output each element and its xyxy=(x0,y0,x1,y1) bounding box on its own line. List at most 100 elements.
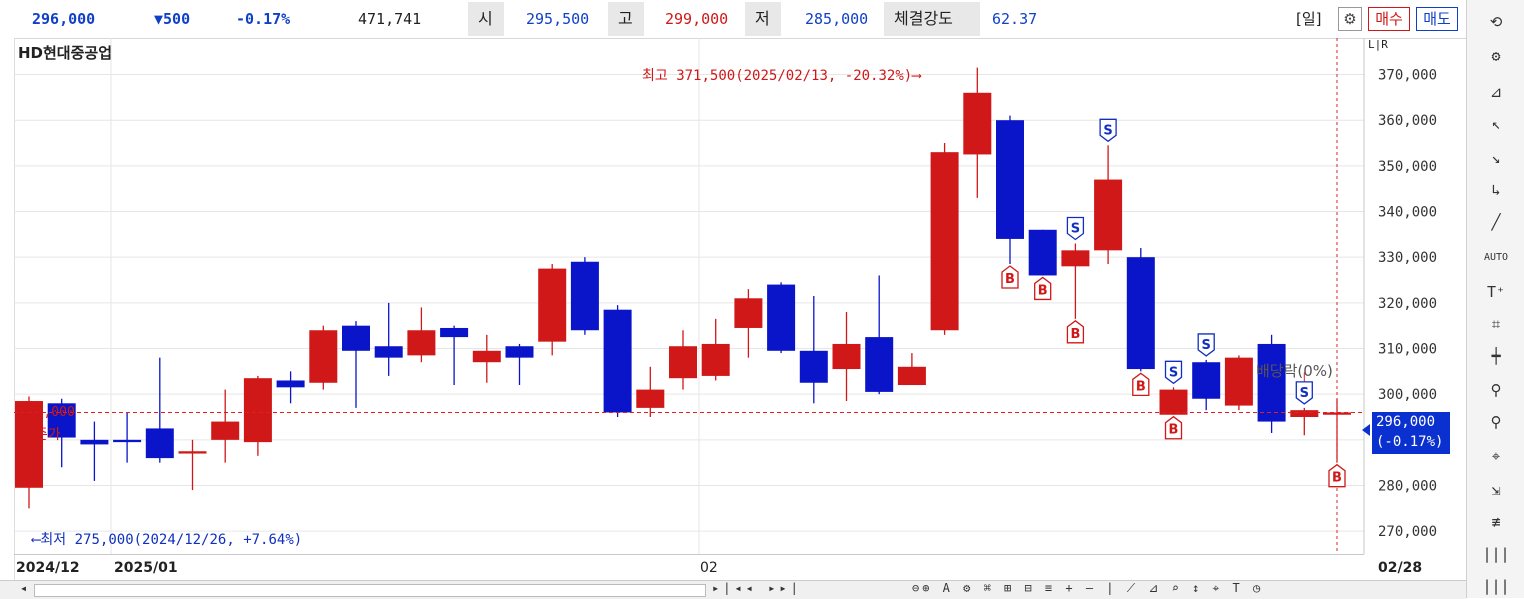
candle-body xyxy=(505,346,534,358)
candle-body xyxy=(767,284,796,351)
y-tick-label: 270,000 xyxy=(1378,524,1437,540)
high-label: 고 xyxy=(618,9,633,28)
x-label-2024-12: 2024/12 xyxy=(16,560,80,576)
playback-controls[interactable]: ▸|◂◂ ▸▸| xyxy=(712,581,802,595)
buy-signal-label: B xyxy=(1332,471,1342,486)
indicator-icon[interactable]: ⊿ xyxy=(1479,80,1513,104)
candle-body xyxy=(309,330,338,383)
candle-body xyxy=(538,268,567,342)
auto-line-icon[interactable]: AUTO xyxy=(1479,246,1513,270)
buy-signal-label: B xyxy=(1070,327,1080,342)
zoom-tools[interactable]: ⊖⊕ A ⚙ ⌘ ⊞ ⊟ ≡ + — | ⟋ ⊿ ⌕ ↕ ⌖ T ◷ xyxy=(912,581,1263,596)
settings-icon[interactable]: ⚙ xyxy=(1338,7,1362,31)
candle-body xyxy=(603,309,632,413)
candle-body xyxy=(374,346,403,358)
sell-button[interactable]: 매도 xyxy=(1416,7,1458,31)
volume: 471,741 xyxy=(358,10,422,28)
quote-bar: 296,000 ▼500 -0.17% 471,741 시 295,500 고 … xyxy=(0,0,1466,39)
candle-body xyxy=(211,421,240,440)
candle-body xyxy=(734,298,763,328)
refresh-icon[interactable]: ⟲ xyxy=(1479,10,1513,34)
sell-signal-label: S xyxy=(1169,365,1178,380)
candle-body xyxy=(80,439,109,445)
candle-body xyxy=(799,350,828,383)
bars2-icon[interactable]: ||| xyxy=(1479,574,1513,598)
current-price-tag-pct: (-0.17%) xyxy=(1376,434,1444,450)
y-tick-label: 340,000 xyxy=(1378,205,1437,221)
candle-body xyxy=(145,428,174,459)
buy-signal-label: B xyxy=(1038,283,1048,298)
candle-body xyxy=(243,378,272,443)
fibonacci-icon[interactable]: ⌖ xyxy=(1479,444,1513,468)
buy-signal-label: B xyxy=(1169,423,1179,438)
y-tick-label: 360,000 xyxy=(1378,113,1437,129)
candle-body xyxy=(669,346,697,379)
y-tick-label: 310,000 xyxy=(1378,342,1437,358)
candle-body xyxy=(1061,250,1090,267)
candlestick-chart[interactable]: BBSBSBSBSSB 270,000280,000290,000300,000… xyxy=(14,38,1466,554)
open-label: 시 xyxy=(478,9,493,28)
sell-signal-label: S xyxy=(1300,386,1309,401)
y-tick-label: 350,000 xyxy=(1378,159,1437,175)
bars-icon[interactable]: ||| xyxy=(1479,542,1513,566)
candle-body xyxy=(1126,257,1155,370)
gann-icon[interactable]: ≢ xyxy=(1479,510,1513,534)
y-tick-label: 300,000 xyxy=(1378,387,1437,403)
candle-body xyxy=(570,261,599,331)
chart-toolbar: ◂ ▸|◂◂ ▸▸| ⊖⊕ A ⚙ ⌘ ⊞ ⊟ ≡ + — | ⟋ ⊿ ⌕ ↕ … xyxy=(0,580,1466,599)
sell-signal-label: S xyxy=(1071,221,1080,236)
candle-body xyxy=(1159,389,1188,415)
x-axis: 2024/12 2025/01 02 02/28 xyxy=(14,554,1422,581)
low-label: 저 xyxy=(755,9,770,28)
scale-toggle[interactable]: L|R xyxy=(1368,38,1388,51)
candle-body xyxy=(963,92,992,155)
y-tick-label: 330,000 xyxy=(1378,250,1437,266)
pointer-icon[interactable]: ↘ xyxy=(1479,146,1513,170)
gear-icon[interactable]: ⚙ xyxy=(1479,44,1513,68)
candle-body xyxy=(1094,179,1123,251)
candle-body xyxy=(701,343,730,376)
candle-body xyxy=(113,439,142,443)
candle-body xyxy=(472,350,501,363)
y-axis: 270,000280,000290,000300,000310,000320,0… xyxy=(1363,38,1437,554)
line-icon[interactable]: ╱ xyxy=(1479,210,1513,234)
buy-signal-label: B xyxy=(1136,379,1146,394)
candle-icon[interactable]: ┿ xyxy=(1479,344,1513,368)
scroll-left-icon[interactable]: ◂ xyxy=(20,581,27,595)
candle-body xyxy=(996,120,1024,239)
measure-icon[interactable]: ⇲ xyxy=(1479,478,1513,502)
drawing-tool-sidebar: ⟲ ⚙ ⊿ ↖ ↘ ↳ ╱ AUTO T⁺ ⌗ ┿ ⚲ ⚲ ⌖ ⇲ ≢ ||| … xyxy=(1466,0,1524,598)
high-annotation: 최고 371,500(2025/02/13, -20.32%)⟶ xyxy=(642,68,922,84)
candle-body xyxy=(832,343,861,370)
candle-body xyxy=(930,152,959,331)
price-change: ▼500 xyxy=(154,10,191,28)
y-tick-label: 370,000 xyxy=(1378,68,1437,84)
stock-title: HD현대중공업 xyxy=(18,44,112,62)
candle-body xyxy=(1224,357,1253,406)
zoom-out-icon[interactable]: ⚲ xyxy=(1479,410,1513,434)
candle-body xyxy=(1290,410,1319,418)
text-tool-icon[interactable]: T⁺ xyxy=(1479,280,1513,304)
current-price-tag: 296,000 (-0.17%) xyxy=(1372,412,1450,454)
zoom-in-icon[interactable]: ⚲ xyxy=(1479,378,1513,402)
pattern-icon[interactable]: ⌗ xyxy=(1479,312,1513,336)
candle-body xyxy=(178,451,207,454)
arrow-icon[interactable]: ↳ xyxy=(1479,178,1513,202)
candle-body xyxy=(440,327,469,338)
strength-label: 체결강도 xyxy=(894,9,953,28)
buy-button[interactable]: 매수 xyxy=(1368,7,1410,31)
sell-signal-label: S xyxy=(1103,123,1112,138)
period-selector[interactable]: [일] xyxy=(1296,0,1322,38)
candle-body xyxy=(342,325,370,351)
high-price: 299,000 xyxy=(665,10,729,28)
candle-body xyxy=(407,330,436,356)
grid xyxy=(14,38,1364,554)
current-price-tag-value: 296,000 xyxy=(1376,414,1436,430)
horizontal-scrollbar[interactable] xyxy=(34,584,706,597)
cursor-plus-icon[interactable]: ↖ xyxy=(1479,112,1513,136)
y-tick-label: 280,000 xyxy=(1378,479,1437,495)
buy-signal-label: B xyxy=(1005,272,1015,287)
low-annotation: ⟵최저 275,000(2024/12/26, +7.64%) xyxy=(31,532,302,548)
candle-body xyxy=(1028,229,1057,276)
left-scroll-strip xyxy=(0,38,15,580)
